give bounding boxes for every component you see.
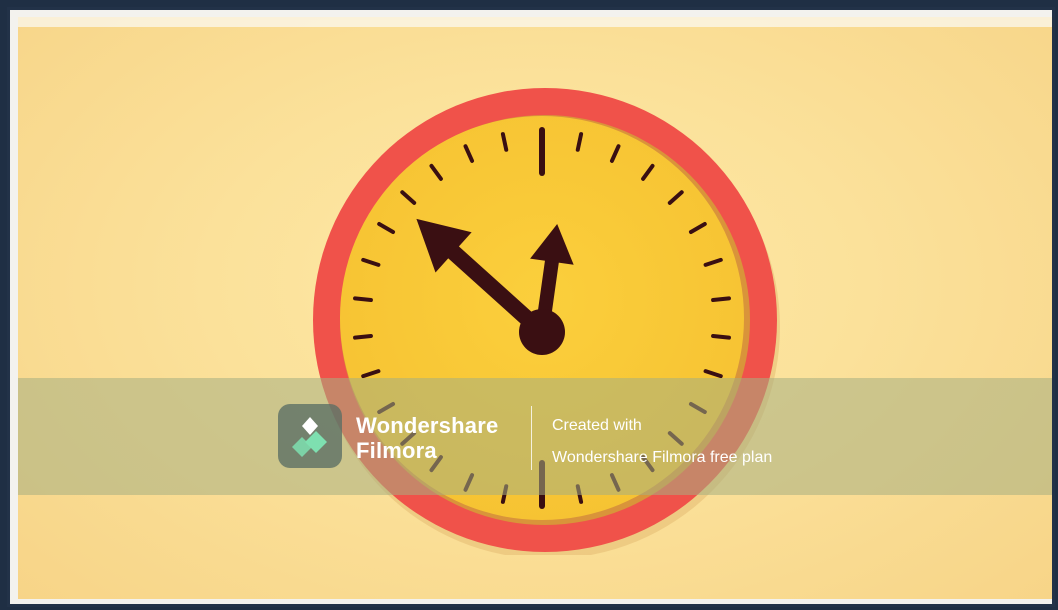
watermark-divider [531, 406, 532, 470]
video-bottom-strip [18, 599, 1052, 604]
clock-minor-tick [353, 296, 373, 303]
video-top-strip [18, 17, 1052, 27]
filmora-logo-icon [278, 404, 342, 468]
watermark-note-line2: Wondershare Filmora free plan [552, 449, 773, 466]
clock-minor-tick [353, 333, 373, 340]
watermark-band [18, 378, 1052, 495]
watermark-brand-line2: Filmora [356, 438, 437, 463]
watermark-brand-line1: Wondershare [356, 413, 499, 438]
clock-minor-tick [711, 296, 731, 303]
video-preview[interactable]: Wondershare Filmora Created with Wonders… [18, 17, 1052, 604]
watermark-brand: Wondershare Filmora [356, 413, 498, 463]
video-frame: Wondershare Filmora Created with Wonders… [7, 7, 1055, 607]
clock-minor-tick [711, 333, 731, 340]
watermark-note: Created with Wondershare Filmora free pl… [552, 410, 772, 474]
clock-center-pin [519, 309, 565, 355]
watermark-note-line1: Created with [552, 417, 642, 434]
